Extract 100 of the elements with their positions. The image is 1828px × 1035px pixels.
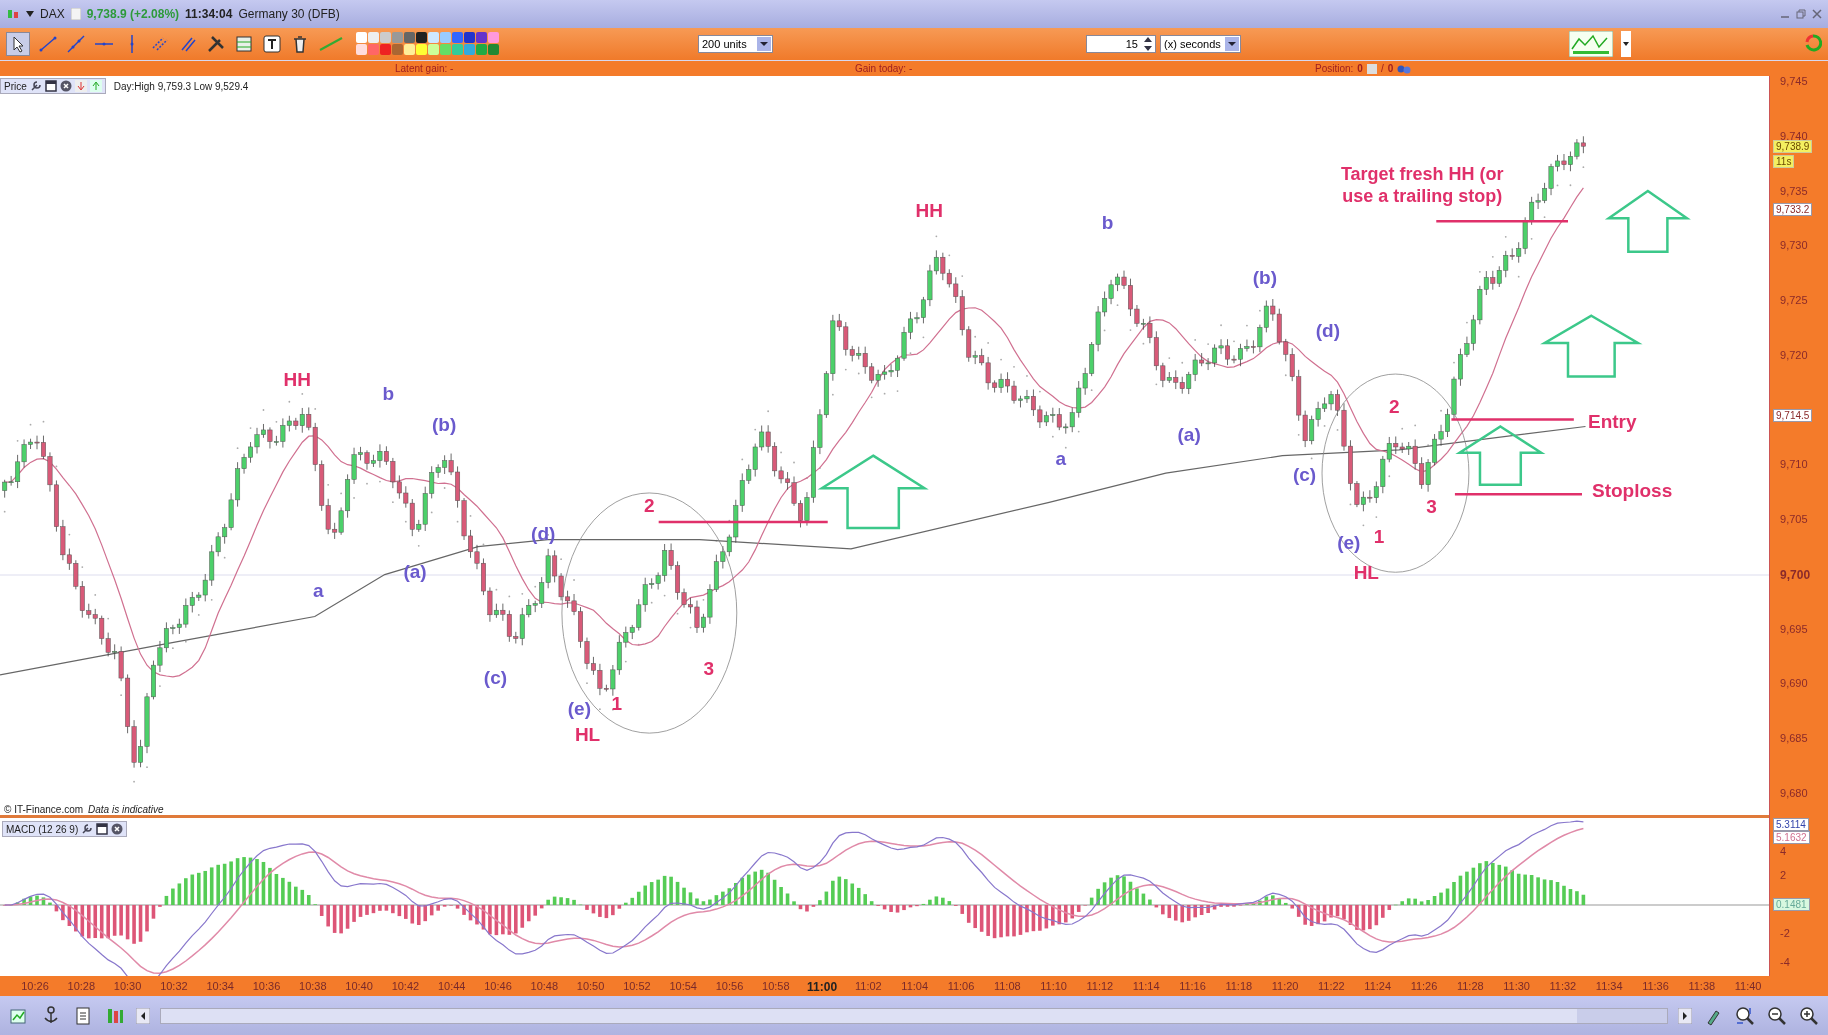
chart-annotation: (c) <box>1292 464 1317 487</box>
chart-annotation: HL <box>1353 562 1379 585</box>
time-tick: 11:30 <box>1503 980 1530 992</box>
interval-unit-dropdown[interactable]: (x) seconds <box>1160 35 1241 53</box>
position-long-count: 0 <box>1357 63 1363 74</box>
time-tick: 10:32 <box>160 980 188 992</box>
chart-annotation: (a) <box>403 560 427 584</box>
macd-tick: 4 <box>1780 845 1787 857</box>
chart-annotation: HH <box>283 368 311 392</box>
scroll-thumb[interactable] <box>1577 1008 1667 1023</box>
dropdown-caret-icon <box>1224 37 1239 51</box>
chart-annotation: (d) <box>1315 319 1340 343</box>
disclaimer-text: Data is indicative <box>88 804 164 815</box>
chart-annotation: 3 <box>703 657 715 681</box>
time-tick: 11:04 <box>901 980 929 992</box>
price-tick: 9,700 <box>1780 567 1811 582</box>
macd-marker: 5.3114 <box>1773 818 1809 831</box>
gain-today-label: Gain today: - <box>855 63 913 74</box>
time-tick: 10:58 <box>762 980 790 992</box>
fibonacci-grid-icon[interactable] <box>234 34 254 54</box>
chart-annotation: 3 <box>1426 495 1437 519</box>
close-icon[interactable] <box>111 823 124 835</box>
pointer-icon[interactable] <box>6 32 30 56</box>
time-tick: 11:34 <box>1595 980 1623 992</box>
interval-spinner[interactable]: 15 <box>1086 35 1156 53</box>
down-arrow-icon[interactable] <box>74 80 87 92</box>
time-tick: 11:08 <box>993 980 1021 992</box>
latent-gain-label: Latent gain: - <box>395 63 454 74</box>
trend-line-icon[interactable] <box>38 34 58 54</box>
chart-annotation: (e) <box>567 697 591 721</box>
zoom-in-icon[interactable] <box>1798 1004 1820 1027</box>
time-tick: 11:18 <box>1225 980 1253 992</box>
price-marker: 11s <box>1773 155 1795 168</box>
day-range: Day:High 9,759.3 Low 9,529.4 <box>113 80 249 92</box>
up-arrow-icon[interactable] <box>89 80 102 92</box>
time-tick: 11:26 <box>1410 980 1438 992</box>
chart-annotation: (b) <box>432 413 457 437</box>
dropdown-caret-icon[interactable] <box>26 11 34 17</box>
position-separator: / <box>1380 63 1384 74</box>
zoom-fit-icon[interactable] <box>1734 1004 1756 1027</box>
units-dropdown[interactable]: 200 units <box>698 35 773 53</box>
scroll-right-icon[interactable] <box>1678 1007 1692 1024</box>
dropdown-caret-icon <box>757 37 771 51</box>
time-tick: 11:22 <box>1318 980 1345 992</box>
chart-type-icon[interactable] <box>1568 31 1613 57</box>
time-tick: 11:40 <box>1734 980 1762 992</box>
chart-annotation: HH <box>915 199 943 223</box>
time-tick: 11:24 <box>1364 980 1392 992</box>
dropdown-caret-icon[interactable] <box>1620 31 1631 57</box>
chart-annotation: (a) <box>1177 423 1201 447</box>
time-tick: 10:50 <box>576 980 605 992</box>
instrument-name: Germany 30 (DFB) <box>238 7 340 21</box>
time-tick: 10:26 <box>21 980 49 992</box>
time-tick: 10:44 <box>437 980 466 992</box>
time-tick: 10:40 <box>345 980 373 992</box>
time-tick: 11:16 <box>1179 980 1206 992</box>
macd-marker: 5.1632 <box>1773 831 1810 844</box>
close-icon[interactable] <box>1812 9 1822 19</box>
time-tick: 10:28 <box>67 980 96 992</box>
spin-arrows-icon <box>1142 35 1154 53</box>
chart-annotation: a <box>1055 447 1067 471</box>
wrench-icon[interactable] <box>29 80 42 92</box>
price-change: 9,738.9 (+2.08%) <box>86 7 180 21</box>
panel-title: MACD (12 26 9) <box>6 823 79 835</box>
price-tick: 9,690 <box>1780 677 1808 690</box>
chart-annotation: (b) <box>1252 267 1277 290</box>
chart-annotation: (d) <box>531 522 556 546</box>
time-tick: 11:36 <box>1642 980 1669 992</box>
time-tick: 10:34 <box>206 980 234 992</box>
time-tick: 11:20 <box>1271 980 1299 992</box>
price-marker: 9,738.9 <box>1773 140 1813 153</box>
price-tick: 9,705 <box>1780 513 1808 525</box>
clock-time: 11:34:04 <box>185 7 233 21</box>
close-icon[interactable] <box>59 80 72 92</box>
time-tick: 11:38 <box>1688 980 1716 992</box>
macd-tick: -4 <box>1780 956 1790 968</box>
window-icon[interactable] <box>96 823 109 835</box>
wrench-icon[interactable] <box>81 823 94 835</box>
price-tick: 9,710 <box>1780 458 1808 471</box>
zoom-out-icon[interactable] <box>1766 1004 1788 1027</box>
chart-annotation: a <box>312 579 324 603</box>
chart-annotation: 1 <box>1373 525 1385 549</box>
chart-annotation: (e) <box>1337 531 1361 555</box>
color-palette-drawing[interactable] <box>356 32 500 56</box>
time-tick: 11:00 <box>807 980 838 994</box>
time-tick: 10:54 <box>669 980 697 992</box>
text-tool-icon[interactable] <box>262 34 282 54</box>
chart-annotation: 2 <box>1389 395 1400 419</box>
candlestick-icon <box>6 7 20 21</box>
scroll-bar[interactable] <box>160 1007 1668 1024</box>
scroll-left-icon[interactable] <box>136 1007 150 1024</box>
copyright-text: © IT-Finance.com <box>4 804 84 815</box>
ray-line-icon[interactable] <box>66 34 86 54</box>
time-tick: 11:02 <box>855 980 882 992</box>
window-icon[interactable] <box>44 80 57 92</box>
time-tick: 10:38 <box>299 980 327 992</box>
chart-annotation: Target fresh HH (or use a trailing stop) <box>1339 164 1505 208</box>
macd-tick: -2 <box>1780 927 1790 939</box>
chart-annotation: b <box>382 382 394 406</box>
time-tick: 10:42 <box>391 980 420 992</box>
